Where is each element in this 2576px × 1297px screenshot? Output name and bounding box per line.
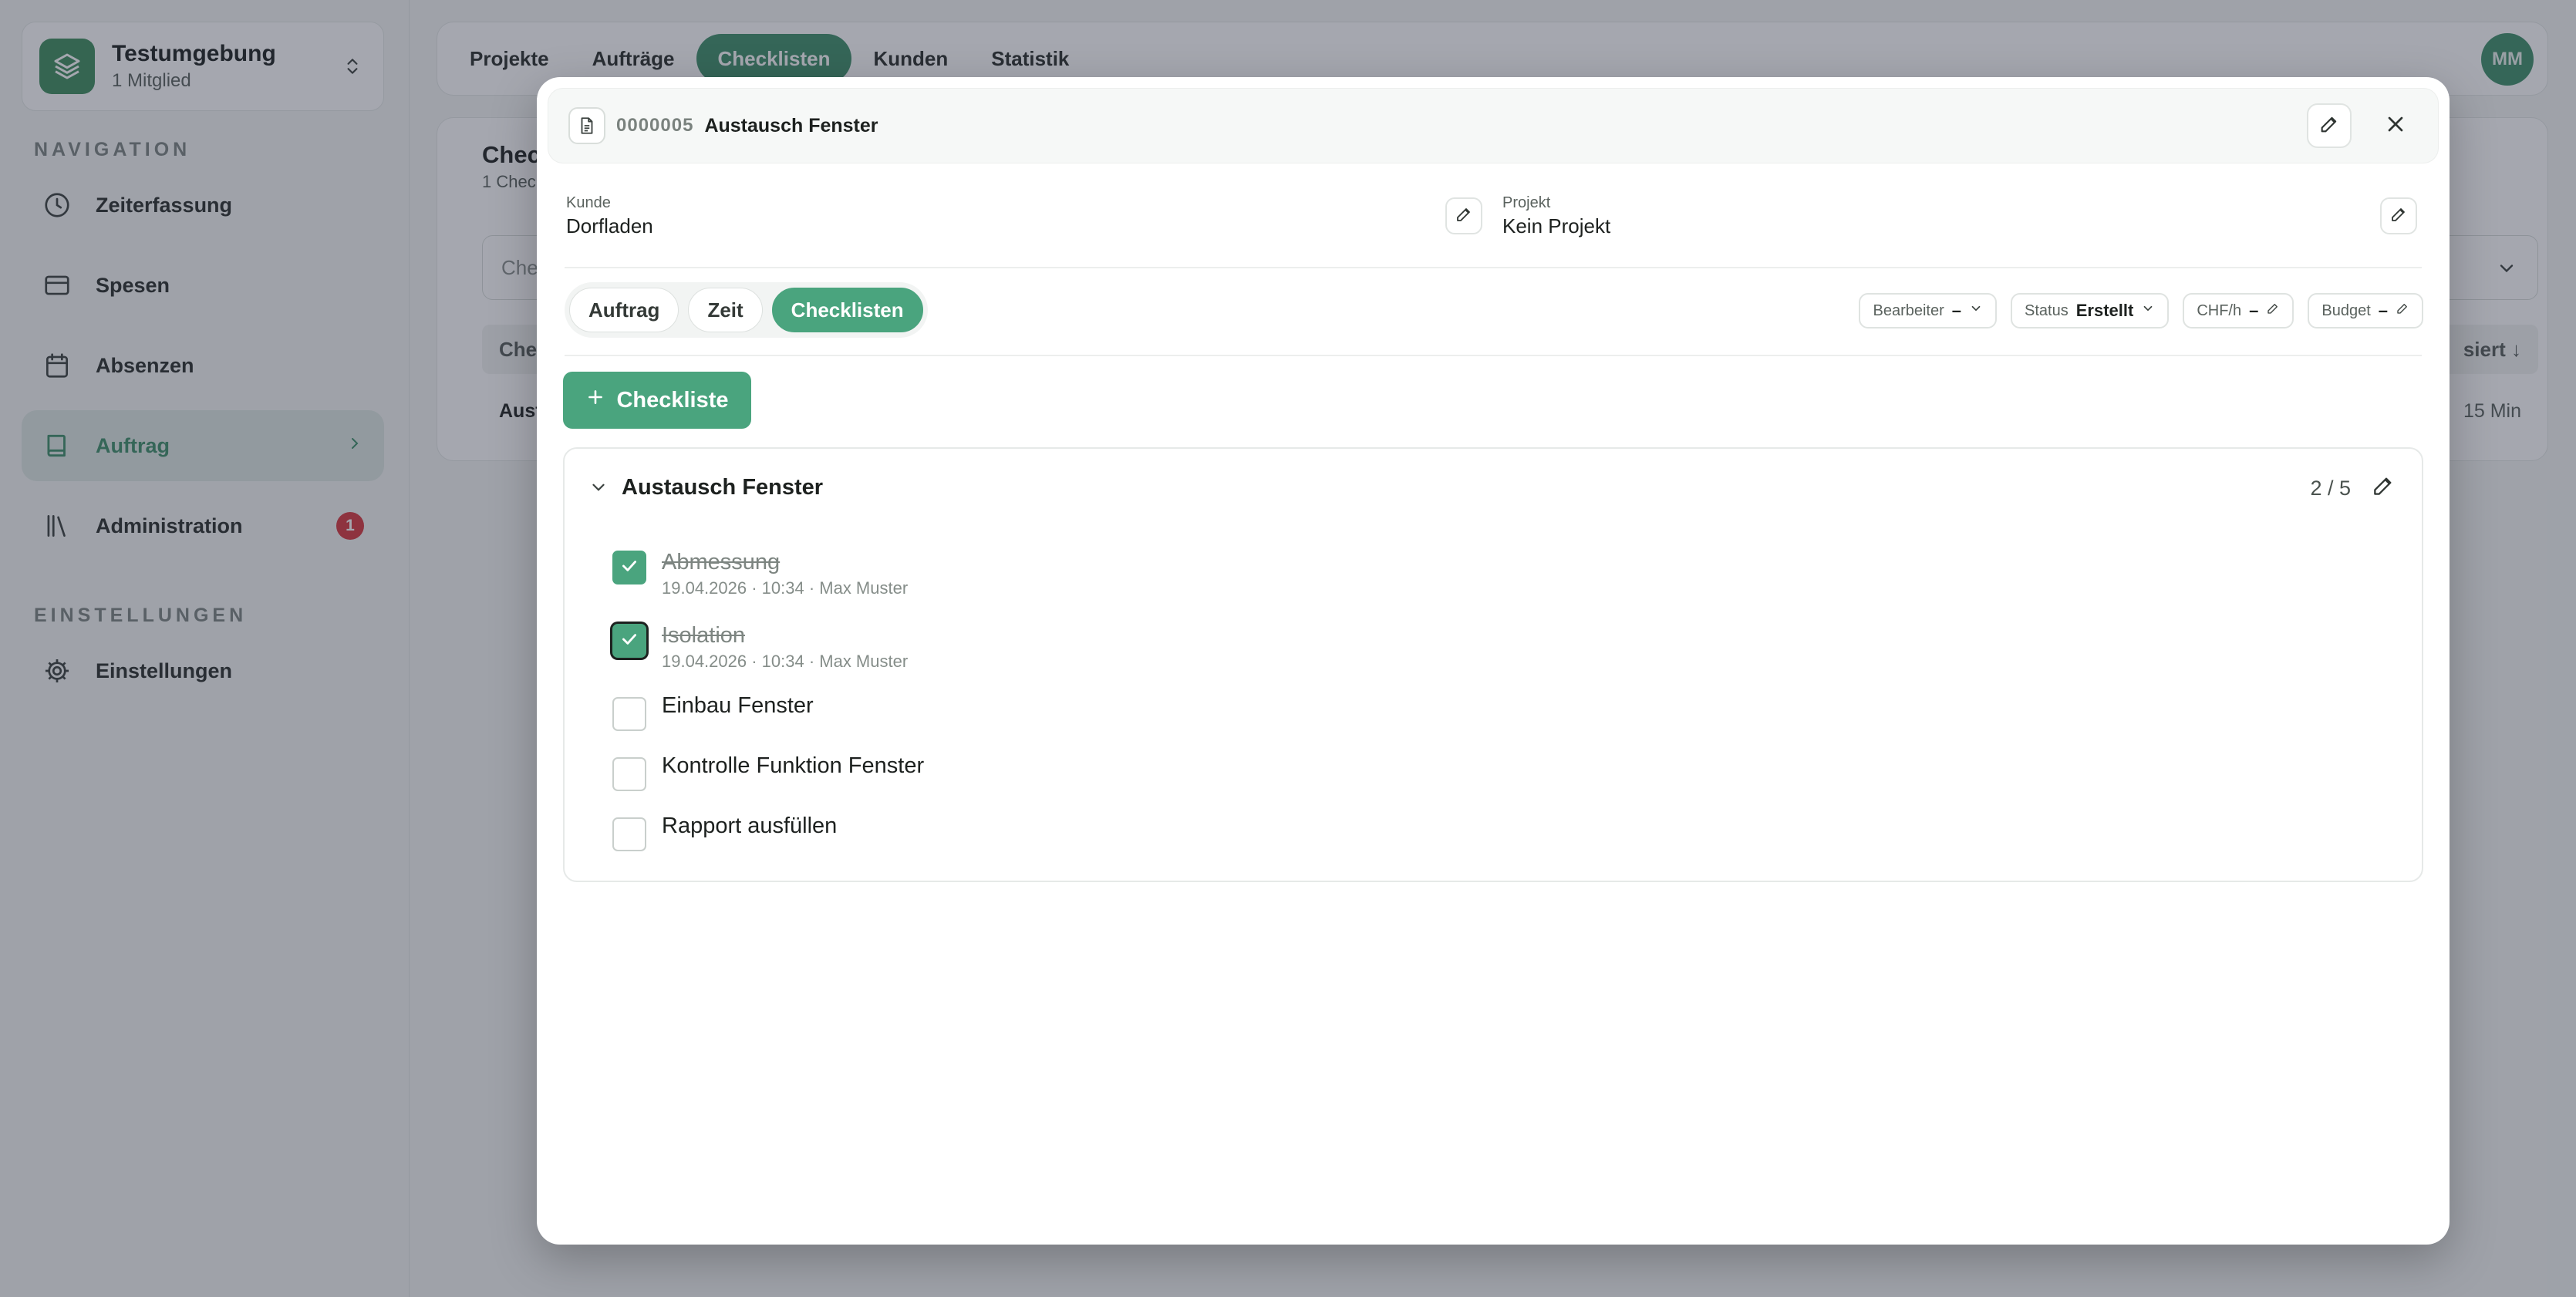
pencil-icon xyxy=(2266,302,2280,320)
edit-checklist-button[interactable] xyxy=(2368,472,2399,503)
tab-checklisten[interactable]: Checklisten xyxy=(771,288,923,332)
divider xyxy=(565,355,2422,356)
assignee-label: Bearbeiter xyxy=(1873,302,1944,319)
status-label: Status xyxy=(2025,302,2069,319)
add-checklist-button[interactable]: Checkliste xyxy=(563,372,751,429)
project-value: Kein Projekt xyxy=(1502,214,1611,238)
rate-value: – xyxy=(2249,301,2259,320)
pencil-icon xyxy=(1455,205,1473,227)
item-label[interactable]: Isolation xyxy=(662,624,908,648)
customer-value: Dorfladen xyxy=(566,214,653,238)
modal-tabs: Auftrag Zeit Checklisten xyxy=(565,282,928,338)
modal-header: 0000005 Austausch Fenster xyxy=(548,88,2439,163)
list-item: Abmessung 19.04.2026 · 10:34 · Max Muste… xyxy=(612,551,908,598)
divider xyxy=(565,267,2422,268)
pencil-icon xyxy=(2371,473,2396,502)
list-item: Rapport ausfüllen xyxy=(612,814,837,851)
item-label[interactable]: Rapport ausfüllen xyxy=(662,814,837,838)
order-meta-chips: Bearbeiter – Status Erstellt CHF/h – Bud… xyxy=(1859,293,2423,328)
budget-chip[interactable]: Budget – xyxy=(2308,293,2423,328)
project-label: Projekt xyxy=(1502,194,1551,211)
close-button[interactable] xyxy=(2373,103,2418,148)
check-icon xyxy=(619,556,639,580)
budget-label: Budget xyxy=(2321,302,2371,319)
checkbox[interactable] xyxy=(612,551,646,584)
pencil-icon xyxy=(2318,113,2340,139)
chevron-down-icon[interactable] xyxy=(585,473,612,501)
plus-icon xyxy=(585,387,605,413)
hourly-rate-chip[interactable]: CHF/h – xyxy=(2183,293,2294,328)
checklist-title: Austausch Fenster xyxy=(622,475,824,500)
assignee-value: – xyxy=(1951,301,1962,320)
chevron-down-icon xyxy=(1969,302,1983,320)
edit-order-button[interactable] xyxy=(2307,103,2352,148)
item-label[interactable]: Einbau Fenster xyxy=(662,694,814,718)
modal-title: Austausch Fenster xyxy=(704,114,878,136)
checkbox[interactable] xyxy=(612,757,646,791)
chevron-down-icon xyxy=(2141,302,2155,320)
list-item: Einbau Fenster xyxy=(612,694,814,731)
rate-label: CHF/h xyxy=(2197,302,2242,319)
checkbox[interactable] xyxy=(612,697,646,731)
checklist-progress: 2 / 5 xyxy=(2310,477,2351,500)
checklist-card: Austausch Fenster 2 / 5 Abmessung 19.04.… xyxy=(563,447,2423,882)
edit-project-button[interactable] xyxy=(2380,197,2417,234)
check-icon xyxy=(619,629,639,653)
customer-label: Kunde xyxy=(566,194,611,211)
list-item: Isolation 19.04.2026 · 10:34 · Max Muste… xyxy=(612,624,908,672)
pencil-icon xyxy=(2396,302,2409,320)
status-chip[interactable]: Status Erstellt xyxy=(2011,293,2170,328)
document-icon xyxy=(568,107,605,144)
order-number: 0000005 xyxy=(616,115,694,136)
item-meta: 19.04.2026 · 10:34 · Max Muster xyxy=(662,652,909,672)
checkbox[interactable] xyxy=(612,817,646,851)
order-modal: 0000005 Austausch Fenster Kunde Dorflade… xyxy=(537,77,2450,1245)
edit-customer-button[interactable] xyxy=(1445,197,1482,234)
checkbox[interactable] xyxy=(612,624,646,658)
status-value: Erstellt xyxy=(2075,301,2134,320)
close-icon xyxy=(2383,112,2408,140)
tab-zeit[interactable]: Zeit xyxy=(688,288,763,332)
item-label[interactable]: Kontrolle Funktion Fenster xyxy=(662,754,924,778)
item-meta: 19.04.2026 · 10:34 · Max Muster xyxy=(662,578,909,598)
assignee-chip[interactable]: Bearbeiter – xyxy=(1859,293,1998,328)
list-item: Kontrolle Funktion Fenster xyxy=(612,754,924,791)
pencil-icon xyxy=(2389,205,2408,227)
item-label[interactable]: Abmessung xyxy=(662,551,908,574)
tab-auftrag[interactable]: Auftrag xyxy=(569,288,679,332)
budget-value: – xyxy=(2378,301,2388,320)
add-checklist-label: Checkliste xyxy=(616,387,729,413)
